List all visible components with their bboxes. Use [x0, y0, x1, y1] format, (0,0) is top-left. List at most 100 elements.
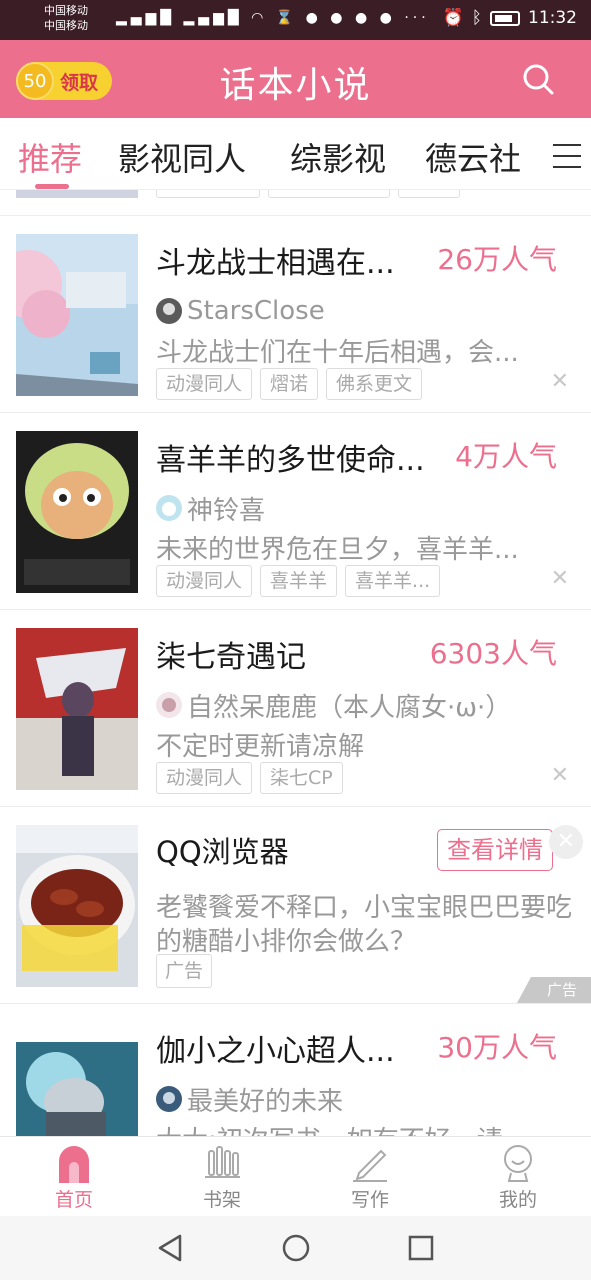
popularity-count: 6303人气 [429, 637, 557, 670]
more-icon: ··· [404, 10, 430, 26]
nav-bookshelf[interactable]: 书架 [148, 1137, 296, 1217]
book-description: 未来的世界危在旦夕，喜羊羊... [156, 535, 519, 565]
carrier-name-1: 中国移动 [44, 4, 88, 17]
tag[interactable]: 熠诺 [260, 368, 319, 400]
nav-home[interactable]: 首页 [0, 1137, 148, 1217]
ad-badge: 广告 [517, 977, 591, 1003]
book-title: 斗龙战士相遇在... [156, 246, 395, 281]
ad-image[interactable] [16, 825, 138, 987]
nav-label: 我的 [498, 1189, 537, 1211]
book-cover[interactable] [16, 1042, 138, 1136]
alarm-icon: ⏰ [442, 8, 464, 28]
bottom-navigation: 首页 书架 写作 我的 [0, 1136, 591, 1216]
home-icon [59, 1146, 89, 1183]
tag[interactable]: 喜羊羊... [345, 565, 441, 597]
tab-tv-crossover[interactable]: 综影视 [290, 134, 386, 180]
tag [268, 190, 390, 198]
app-icon: ● [354, 10, 372, 26]
home-circle-icon[interactable] [281, 1233, 311, 1263]
nav-profile[interactable]: 我的 [444, 1137, 591, 1217]
avatar [156, 1086, 182, 1112]
ad-title: QQ浏览器 [156, 835, 289, 869]
author-name: 神铃喜 [187, 495, 266, 526]
popularity-count: 26万人气 [437, 243, 557, 276]
tag-list: 动漫同人 柒七CP [156, 762, 343, 794]
avatar [156, 692, 182, 718]
tab-recommend[interactable]: 推荐 [18, 134, 82, 180]
ad-tag: 广告 [156, 954, 213, 988]
book-cover[interactable] [16, 234, 138, 396]
active-tab-indicator [35, 184, 69, 189]
signal-icon: ▂▄▆█ [116, 10, 176, 26]
back-icon[interactable] [156, 1233, 184, 1263]
author[interactable]: 最美好的未来 [156, 1084, 343, 1117]
tag-list: 动漫同人 喜羊羊 喜羊羊... [156, 565, 441, 597]
status-icons: ▂▄▆█ ▂▄▆█ ◠ ⌛ ● ● ● ● ··· [116, 10, 430, 26]
book-item[interactable]: 喜羊羊的多世使命... 4万人气 神铃喜 未来的世界危在旦夕，喜羊羊... 动漫… [0, 413, 591, 610]
tab-film-fanfic[interactable]: 影视同人 [118, 134, 246, 180]
book-item[interactable]: 伽小之小心超人... 30万人气 最美好的未来 大大:初次写书，如有不好，请 [0, 1004, 591, 1136]
tag[interactable]: 动漫同人 [156, 368, 253, 400]
tag[interactable]: 动漫同人 [156, 762, 253, 794]
nav-write[interactable]: 写作 [296, 1137, 444, 1217]
search-icon[interactable] [521, 62, 555, 96]
author[interactable]: StarsClose [156, 296, 325, 326]
author-name: 自然呆鹿鹿（本人腐女·ω·） [187, 692, 512, 723]
author[interactable]: 神铃喜 [156, 493, 265, 526]
nav-label: 首页 [54, 1189, 93, 1211]
ad-description: 老饕餮爱不释口，小宝宝眼巴巴要吃的糖醋小排你会做么？ [156, 893, 573, 957]
author[interactable]: 自然呆鹿鹿（本人腐女·ω·） [156, 690, 511, 723]
nav-label: 写作 [350, 1189, 389, 1211]
category-tabs: 推荐 影视同人 综影视 德云社 [0, 118, 591, 190]
carrier-info: 中国移动 中国移动 [44, 3, 88, 33]
dismiss-icon[interactable]: ✕ [551, 566, 569, 591]
book-title: 柒七奇遇记 [156, 640, 306, 675]
bookshelf-icon [205, 1146, 240, 1178]
tag[interactable]: 喜羊羊 [260, 565, 338, 597]
popularity-count: 4万人气 [455, 440, 557, 473]
book-description: 大大:初次写书，如有不好，请 [156, 1120, 568, 1136]
book-description: 不定时更新请凉解 [156, 732, 365, 762]
author-name: 最美好的未来 [187, 1086, 344, 1117]
tag[interactable]: 柒七CP [260, 762, 343, 794]
avatar [156, 495, 182, 521]
nav-label: 书架 [202, 1189, 241, 1211]
bluetooth-icon: ᛒ [471, 8, 482, 28]
book-feed[interactable]: 斗龙战士相遇在... 26万人气 StarsClose 斗龙战士们在十年后相遇，… [0, 190, 591, 1136]
clock: 11:32 [528, 8, 577, 28]
wifi-icon: ◠ [251, 10, 268, 26]
book-item[interactable]: 柒七奇遇记 6303人气 自然呆鹿鹿（本人腐女·ω·） 不定时更新请凉解 动漫同… [0, 610, 591, 807]
dismiss-icon[interactable]: ✕ [551, 369, 569, 394]
status-bar: 中国移动 中国移动 ▂▄▆█ ▂▄▆█ ◠ ⌛ ● ● ● ● ··· ⏰ ᛒ … [0, 0, 591, 40]
close-ad-icon[interactable]: ✕ [549, 825, 583, 859]
tag[interactable]: 动漫同人 [156, 565, 253, 597]
book-title: 伽小之小心超人... [156, 1034, 395, 1069]
popularity-count: 30万人气 [437, 1031, 557, 1064]
signal-icon: ▂▄▆█ [183, 10, 243, 26]
status-right: ⏰ ᛒ 11:32 [443, 8, 577, 28]
view-details-button[interactable]: 查看详情 [437, 829, 553, 871]
menu-icon[interactable] [553, 144, 581, 168]
tab-deyunshe[interactable]: 德云社 [425, 134, 521, 180]
carrier-name-2: 中国移动 [44, 19, 88, 32]
ad-item[interactable]: QQ浏览器 查看详情 ✕ 老饕餮爱不释口，小宝宝眼巴巴要吃的糖醋小排你会做么？ … [0, 807, 591, 1004]
book-item[interactable]: 斗龙战士相遇在... 26万人气 StarsClose 斗龙战士们在十年后相遇，… [0, 216, 591, 413]
dismiss-icon[interactable]: ✕ [551, 763, 569, 788]
book-description: 斗龙战士们在十年后相遇，会... [156, 338, 519, 368]
hourglass-icon: ⌛ [275, 10, 298, 26]
book-cover [16, 190, 138, 198]
system-navigation-bar [0, 1216, 591, 1280]
recents-icon[interactable] [407, 1233, 435, 1263]
list-item-partial[interactable] [0, 190, 591, 216]
app-icon: ● [379, 10, 396, 26]
tag-list: 动漫同人 熠诺 佛系更文 [156, 368, 423, 400]
app-header: 50 领取 话本小说 [0, 40, 591, 118]
tag [398, 190, 460, 198]
app-title: 话本小说 [219, 65, 372, 106]
book-cover[interactable] [16, 628, 138, 790]
book-cover[interactable] [16, 431, 138, 593]
app-icon: ● [330, 10, 347, 26]
pen-icon [353, 1149, 387, 1182]
tag[interactable]: 佛系更文 [326, 368, 423, 400]
battery-icon [490, 10, 520, 26]
